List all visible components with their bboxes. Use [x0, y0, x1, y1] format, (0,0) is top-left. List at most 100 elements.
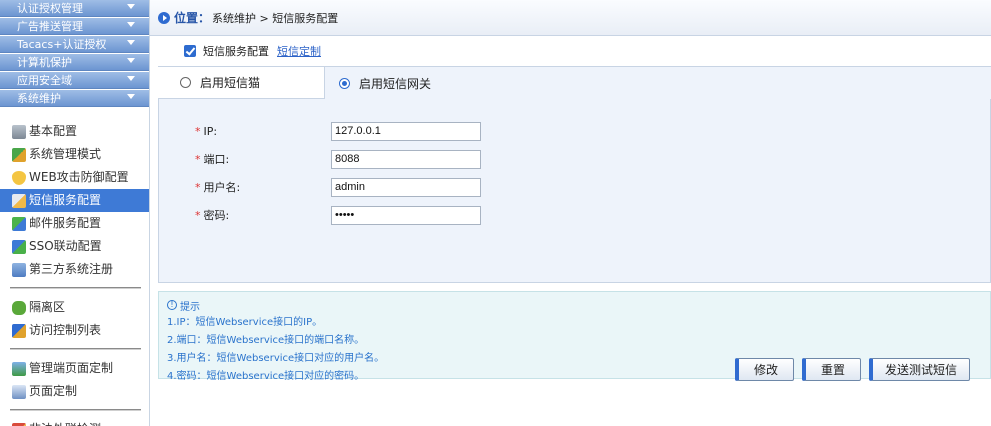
shield-icon: [12, 170, 26, 185]
username-input[interactable]: [331, 177, 481, 197]
tips-header: ! 提示: [167, 298, 990, 313]
register-icon: [12, 262, 26, 277]
menu-header-label: 应用安全域: [17, 74, 72, 87]
chevron-down-icon: [127, 40, 135, 45]
menu-header-label: 广告推送管理: [17, 20, 83, 33]
breadcrumb: 位置： 系统维护 > 短信服务配置: [150, 0, 991, 36]
sidebar-item-label: 邮件服务配置: [29, 216, 102, 230]
location-arrow-icon: [158, 11, 170, 24]
menu-header-label: 计算机保护: [17, 56, 72, 69]
menu-header-computer[interactable]: 计算机保护: [0, 54, 149, 71]
send-test-sms-button[interactable]: 发送测试短信: [868, 358, 970, 381]
chevron-down-icon: [127, 94, 135, 99]
required-mark: *: [195, 124, 201, 138]
menu-header-label: Tacacs+认证授权: [17, 38, 107, 51]
chevron-down-icon: [127, 58, 135, 63]
reset-button[interactable]: 重置: [801, 358, 861, 381]
sms-config-checkbox[interactable]: [184, 45, 196, 57]
sidebar: 认证授权管理 广告推送管理 Tacacs+认证授权 计算机保护 应用安全域 系统…: [0, 0, 150, 426]
breadcrumb-path: 系统维护 > 短信服务配置: [212, 11, 339, 25]
form-row-password: * 密码:: [159, 201, 990, 229]
menu-header-appsec[interactable]: 应用安全域: [0, 72, 149, 89]
sidebar-item-label: 系统管理模式: [29, 147, 102, 161]
tools-icon: [12, 147, 26, 162]
form-row-username: * 用户名:: [159, 173, 990, 201]
sidebar-item-label: 管理端页面定制: [29, 361, 114, 375]
sidebar-item-label: 非法外联检测: [29, 418, 101, 426]
tab-sms-custom[interactable]: 短信定制: [277, 43, 321, 59]
mode-sms-cat[interactable]: 启用短信猫: [158, 67, 325, 99]
menu-header-label: 系统维护: [17, 92, 61, 105]
menu-header-auth[interactable]: 认证授权管理: [0, 0, 149, 17]
required-mark: *: [195, 209, 201, 222]
server-config-icon: [12, 124, 26, 139]
sidebar-item-label: 页面定制: [29, 384, 78, 398]
chevron-down-icon: [127, 76, 135, 81]
sidebar-submenu: 基本配置 系统管理模式 WEB攻击防御配置 短信服务配置 邮件服务配置 SSO联…: [0, 108, 149, 426]
sidebar-item-web-defense[interactable]: WEB攻击防御配置: [0, 166, 149, 189]
password-label: * 密码:: [159, 207, 331, 223]
sidebar-item-admin-page[interactable]: 管理端页面定制: [0, 357, 149, 380]
ip-label: * IP:: [159, 125, 331, 138]
password-input[interactable]: [331, 205, 481, 225]
required-mark: *: [195, 181, 201, 194]
tabs-row: 短信服务配置 短信定制: [158, 36, 991, 67]
chevron-down-icon: [127, 22, 135, 27]
form-row-ip: * IP:: [159, 117, 990, 145]
page-icon: [12, 384, 26, 399]
mode-selector: 启用短信猫 启用短信网关: [158, 67, 991, 99]
menu-header-ads[interactable]: 广告推送管理: [0, 18, 149, 35]
sidebar-divider: [10, 409, 141, 411]
tip-line: 1.IP：短信Webservice接口的IP。: [167, 317, 323, 328]
sidebar-item-acl[interactable]: 访问控制列表: [0, 319, 149, 342]
sidebar-item-label: 第三方系统注册: [29, 262, 114, 276]
menu-header-system[interactable]: 系统维护: [0, 90, 149, 107]
mail-icon: [12, 216, 26, 231]
tab-sms-config[interactable]: 短信服务配置: [203, 43, 269, 59]
gateway-form: *IP: *端口: *用户名: *密码:: [158, 99, 991, 283]
ip-label-text: IP:: [203, 124, 218, 138]
sso-icon: [12, 239, 26, 254]
acl-icon: [12, 323, 26, 338]
sidebar-item-page-custom[interactable]: 页面定制: [0, 380, 149, 403]
menu-header-label: 认证授权管理: [17, 2, 83, 15]
sidebar-item-label: 基本配置: [29, 124, 78, 138]
radio-sms-cat[interactable]: [180, 77, 191, 88]
sidebar-divider: [10, 348, 141, 350]
sidebar-item-label: 访问控制列表: [29, 323, 102, 337]
sidebar-item-label: SSO联动配置: [29, 239, 102, 253]
modify-button[interactable]: 修改: [734, 358, 794, 381]
sidebar-item-quarantine[interactable]: 隔离区: [0, 296, 149, 319]
port-label-text: 端口:: [203, 153, 230, 166]
radio-sms-gateway[interactable]: [339, 77, 350, 89]
mode-sms-cat-label: 启用短信猫: [200, 76, 261, 90]
required-mark: *: [195, 153, 201, 166]
sidebar-item-label: WEB攻击防御配置: [29, 170, 129, 184]
quarantine-icon: [12, 300, 26, 315]
sidebar-item-label: 短信服务配置: [29, 193, 102, 207]
tips-title: 提示: [180, 301, 200, 313]
port-label: * 端口:: [159, 151, 331, 167]
password-label-text: 密码:: [203, 209, 230, 222]
form-row-port: * 端口:: [159, 145, 990, 173]
mode-sms-gateway-label: 启用短信网关: [359, 76, 432, 91]
sidebar-item-mail-config[interactable]: 邮件服务配置: [0, 212, 149, 235]
menu-header-tacacs[interactable]: Tacacs+认证授权: [0, 36, 149, 53]
chevron-down-icon: [127, 4, 135, 9]
sidebar-item-label: 隔离区: [29, 300, 66, 314]
sidebar-item-detect[interactable]: 非法外联检测: [0, 418, 149, 426]
sidebar-item-third-party[interactable]: 第三方系统注册: [0, 258, 149, 281]
sidebar-item-sso[interactable]: SSO联动配置: [0, 235, 149, 258]
mode-sms-gateway[interactable]: 启用短信网关: [325, 67, 991, 99]
sidebar-item-basic-config[interactable]: 基本配置: [0, 120, 149, 143]
sidebar-divider: [10, 287, 141, 289]
tip-line: 2.端口：短信Webservice接口的端口名称。: [167, 335, 365, 346]
admin-page-icon: [12, 361, 26, 376]
port-input[interactable]: [331, 149, 481, 169]
sidebar-item-admin-mode[interactable]: 系统管理模式: [0, 143, 149, 166]
action-buttons: 修改 重置 发送测试短信: [734, 358, 970, 381]
sms-icon: [12, 193, 26, 208]
username-label-text: 用户名:: [203, 181, 241, 194]
sidebar-item-sms-config[interactable]: 短信服务配置: [0, 189, 149, 212]
ip-input[interactable]: [331, 121, 481, 141]
